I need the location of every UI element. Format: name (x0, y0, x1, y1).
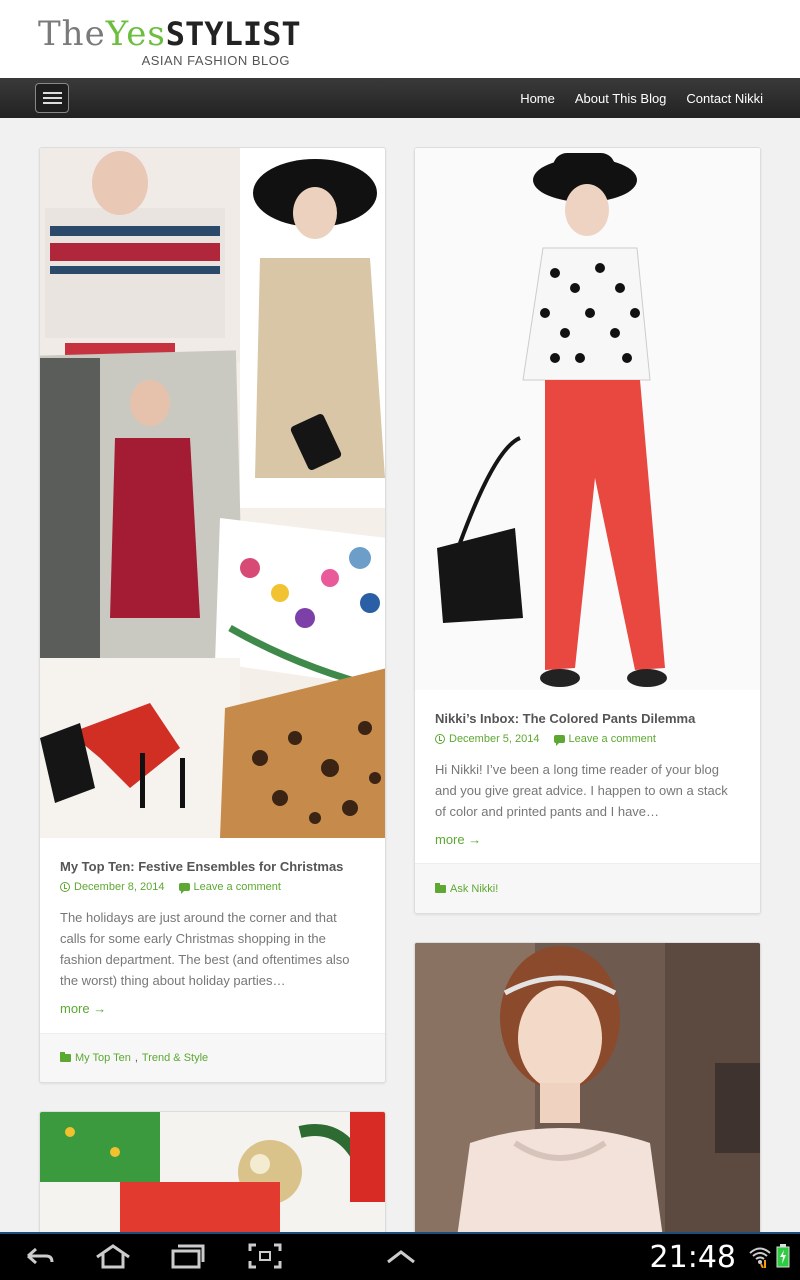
screenshot-icon[interactable] (247, 1242, 283, 1275)
post-image[interactable] (40, 148, 385, 838)
nav-home-link[interactable]: Home (520, 91, 555, 106)
back-icon[interactable] (22, 1242, 56, 1275)
category-link[interactable]: My Top Ten (75, 1052, 131, 1064)
logo-tagline: ASIAN FASHION BLOG (141, 53, 290, 68)
home-icon[interactable] (93, 1242, 133, 1275)
nav-about-link[interactable]: About This Blog (575, 91, 667, 106)
category-link[interactable]: Ask Nikki! (450, 883, 498, 895)
post-title[interactable]: My Top Ten: Festive Ensembles for Christ… (60, 858, 365, 876)
clock-icon (60, 882, 70, 892)
recent-apps-icon[interactable] (170, 1242, 206, 1275)
site-logo[interactable]: TheYesSTYLIST ASIAN FASHION BLOG (38, 14, 301, 72)
up-arrow-icon[interactable] (384, 1242, 418, 1275)
post-card (414, 942, 761, 1251)
comment-icon (553, 735, 565, 746)
site-header: TheYesSTYLIST ASIAN FASHION BLOG (0, 0, 800, 78)
arrow-right-icon: → (468, 832, 482, 847)
system-navigation-bar: 21:48 (0, 1232, 800, 1280)
menu-toggle-button[interactable] (35, 83, 69, 113)
battery-icon (776, 1244, 790, 1273)
read-more-link[interactable]: more → (435, 832, 481, 847)
nav-contact-link[interactable]: Contact Nikki (686, 91, 763, 106)
post-image[interactable] (415, 148, 760, 690)
clock-icon (435, 734, 445, 744)
post-footer: Ask Nikki! (415, 863, 760, 913)
post-date[interactable]: December 5, 2014 (435, 733, 540, 745)
system-clock: 21:48 (649, 1240, 736, 1275)
post-excerpt: The holidays are just around the corner … (60, 910, 350, 988)
post-body: My Top Ten: Festive Ensembles for Christ… (60, 858, 365, 1018)
post-card: My Top Ten: Festive Ensembles for Christ… (39, 147, 386, 1083)
wifi-icon (748, 1244, 772, 1273)
comment-link[interactable]: Leave a comment (553, 733, 656, 746)
comment-link[interactable]: Leave a comment (178, 881, 281, 894)
post-body: Nikki’s Inbox: The Colored Pants Dilemma… (435, 710, 740, 849)
comment-icon (178, 883, 190, 894)
logo-the: The (38, 14, 106, 54)
post-image[interactable] (40, 1112, 385, 1250)
logo-stylist: STYLIST (165, 15, 301, 53)
post-date[interactable]: December 8, 2014 (60, 881, 165, 893)
logo-yes: Yes (105, 14, 166, 54)
category-link[interactable]: Trend & Style (142, 1052, 208, 1064)
post-footer: My Top Ten, Trend & Style (40, 1033, 385, 1082)
post-card: Nikki’s Inbox: The Colored Pants Dilemma… (414, 147, 761, 914)
nav-links: Home About This Blog Contact Nikki (520, 78, 763, 118)
main-navbar: Home About This Blog Contact Nikki (0, 78, 800, 118)
folder-icon (435, 882, 446, 893)
read-more-link[interactable]: more → (60, 1001, 106, 1016)
post-card (39, 1111, 386, 1251)
post-title[interactable]: Nikki’s Inbox: The Colored Pants Dilemma (435, 710, 740, 728)
folder-icon (60, 1052, 71, 1062)
arrow-right-icon: → (93, 1001, 107, 1016)
post-image[interactable] (415, 943, 760, 1250)
post-excerpt: Hi Nikki! I’ve been a long time reader o… (435, 762, 728, 819)
